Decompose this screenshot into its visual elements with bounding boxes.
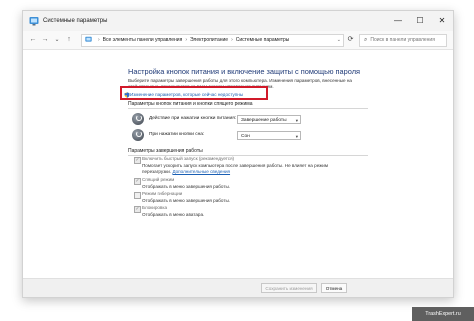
refresh-button[interactable]: ⟳ bbox=[345, 34, 356, 45]
change-unavailable-settings-link[interactable]: Изменение параметров, которые сейчас нед… bbox=[130, 92, 243, 97]
minimize-button[interactable]: — bbox=[387, 11, 409, 31]
section-divider bbox=[128, 108, 368, 109]
power-button-icon bbox=[132, 113, 144, 125]
more-info-link[interactable]: Дополнительные сведения bbox=[172, 169, 230, 174]
shutdown-section-title: Параметры завершения работы bbox=[128, 148, 203, 154]
lock-label: Блокировка bbox=[142, 205, 168, 210]
close-button[interactable]: ✕ bbox=[431, 11, 453, 31]
forward-button[interactable]: → bbox=[39, 34, 51, 46]
sleep-button-action-label: При нажатии кнопки сна: bbox=[149, 132, 205, 137]
breadcrumb-separator: › bbox=[231, 37, 233, 43]
fast-startup-description-2: перезагрузки. Дополнительные сведения bbox=[142, 169, 230, 174]
breadcrumb-power-options[interactable]: Электропитание bbox=[190, 37, 228, 43]
maximize-button[interactable]: ☐ bbox=[409, 11, 431, 31]
title-bar: Системные параметры — ☐ ✕ bbox=[23, 11, 453, 31]
dialog-footer: Сохранить изменения Отмена bbox=[23, 278, 453, 297]
control-panel-icon bbox=[85, 36, 92, 42]
sleep-checkbox[interactable]: ✓ bbox=[134, 178, 141, 185]
power-button-action-label: Действие при нажатии кнопки питания: bbox=[149, 116, 237, 121]
fast-startup-reboot-note: перезагрузки. bbox=[142, 169, 172, 174]
search-input[interactable]: ⌕ Поиск в панели управления bbox=[359, 34, 447, 47]
power-button-action-value: Завершение работы bbox=[241, 118, 287, 123]
sleep-button-action-value: Сон bbox=[241, 134, 250, 139]
chevron-down-icon: ▾ bbox=[295, 118, 298, 123]
cancel-button[interactable]: Отмена bbox=[321, 283, 347, 293]
up-button[interactable]: ↑ bbox=[63, 34, 75, 46]
hibernate-checkbox[interactable] bbox=[134, 192, 141, 199]
save-changes-button[interactable]: Сохранить изменения bbox=[261, 283, 317, 293]
fast-startup-description: Помогает ускорить запуск компьютера посл… bbox=[142, 163, 328, 168]
search-placeholder: Поиск в панели управления bbox=[370, 37, 435, 43]
recent-locations-button[interactable]: ⌄ bbox=[51, 34, 63, 46]
sleep-label: Спящий режим bbox=[142, 177, 175, 182]
window-title: Системные параметры bbox=[43, 18, 108, 24]
navigation-bar: ← → ⌄ ↑ › Все элементы панели управления ›… bbox=[23, 31, 453, 50]
hibernate-label: Режим гибернации bbox=[142, 191, 183, 196]
back-button[interactable]: ← bbox=[27, 34, 39, 46]
fast-startup-checkbox[interactable]: ✓ bbox=[134, 157, 141, 164]
search-icon: ⌕ bbox=[364, 37, 368, 43]
control-panel-icon bbox=[29, 17, 39, 26]
breadcrumb-system-settings[interactable]: Системные параметры bbox=[236, 37, 290, 43]
main-content: Настройка кнопок питания и включение защ… bbox=[23, 50, 453, 278]
sleep-description: Отображать в меню завершения работы. bbox=[142, 184, 231, 189]
breadcrumb-all-items[interactable]: Все элементы панели управления bbox=[103, 37, 183, 43]
sleep-button-icon bbox=[132, 129, 144, 141]
page-title: Настройка кнопок питания и включение защ… bbox=[128, 67, 361, 76]
sleep-button-action-select[interactable]: Сон ▾ bbox=[237, 131, 301, 140]
breadcrumb-separator: › bbox=[98, 37, 100, 43]
fast-startup-label: Включить быстрый запуск (рекомендуется) bbox=[142, 156, 235, 161]
power-buttons-section-title: Параметры кнопок питания и кнопки спящег… bbox=[128, 101, 253, 107]
address-dropdown-icon[interactable]: ⌄ bbox=[337, 35, 341, 46]
lock-description: Отображать в меню аватара. bbox=[142, 212, 205, 217]
system-settings-window: Системные параметры — ☐ ✕ ← → ⌄ ↑ › Все э… bbox=[22, 10, 454, 298]
power-button-action-select[interactable]: Завершение работы ▾ bbox=[237, 115, 301, 124]
hibernate-description: Отображать в меню завершения работы. bbox=[142, 198, 231, 203]
address-bar[interactable]: › Все элементы панели управления › Электроп… bbox=[81, 34, 344, 47]
lock-checkbox[interactable]: ✓ bbox=[134, 206, 141, 213]
breadcrumb-separator: › bbox=[185, 37, 187, 43]
chevron-down-icon: ▾ bbox=[295, 134, 298, 139]
watermark: TrashExpert.ru bbox=[412, 307, 474, 321]
